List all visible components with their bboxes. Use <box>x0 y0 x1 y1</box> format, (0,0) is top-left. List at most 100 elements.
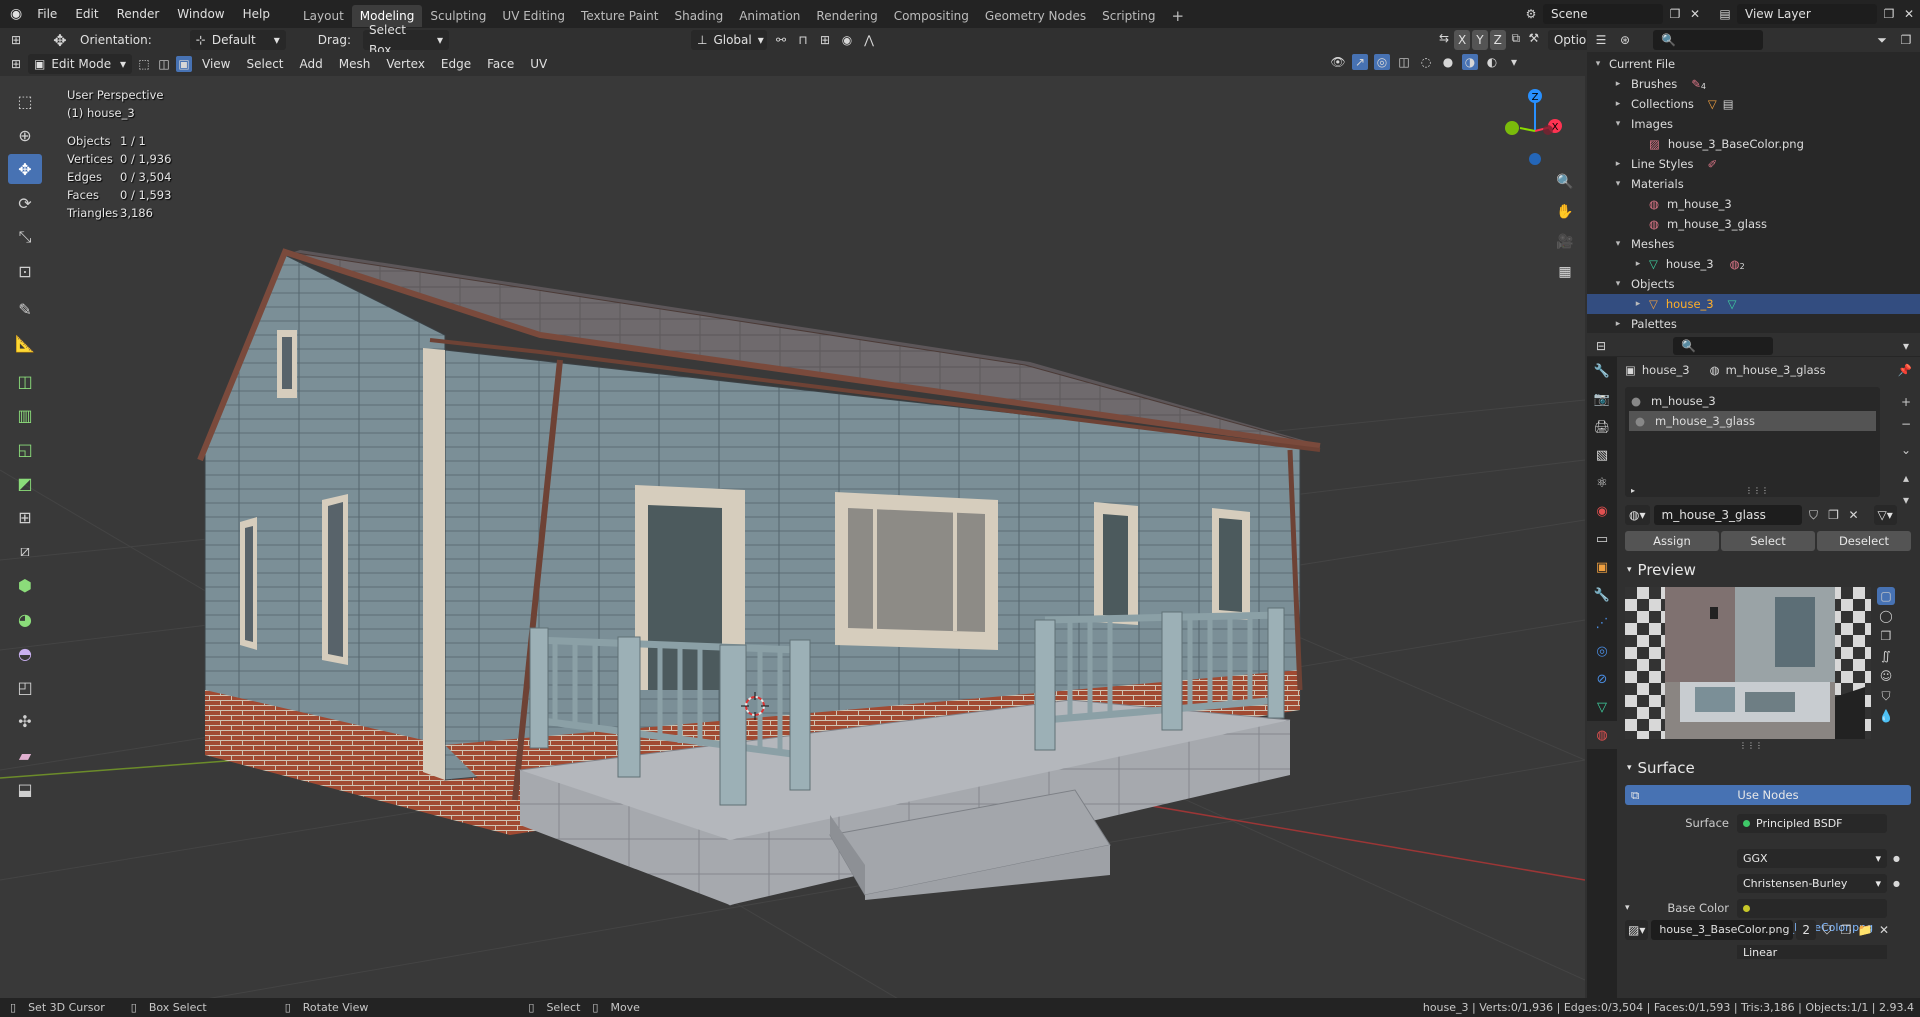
preview-monkey-icon[interactable]: ☺ <box>1877 667 1895 685</box>
snap-target-icon[interactable]: ⊞ <box>817 32 833 48</box>
menu-select[interactable]: Select <box>240 54 289 74</box>
mode-dropdown[interactable]: ▣ Edit Mode ▾ <box>28 54 132 74</box>
delete-scene-icon[interactable]: ✕ <box>1687 6 1703 22</box>
outliner-item-images[interactable]: ▾ Images <box>1587 114 1920 134</box>
outliner-item-line-styles[interactable]: ▸ Line Styles ✐ <box>1587 154 1920 174</box>
transform-space-dropdown[interactable]: ⊥ Global ▾ <box>690 30 767 50</box>
duplicate-material-icon[interactable]: ❐ <box>1826 507 1842 523</box>
auto-merge-icon[interactable]: ⧉ <box>1508 30 1524 46</box>
distribution-dropdown[interactable]: GGX ▾ <box>1737 848 1887 868</box>
solid-shading-icon[interactable]: ● <box>1440 54 1456 70</box>
list-expand-icon[interactable]: ▸ <box>1631 486 1635 495</box>
preview-resize-handle[interactable]: ⋮⋮⋮ <box>1739 741 1763 750</box>
display-mode-icon[interactable]: ⊛ <box>1617 32 1633 48</box>
add-slot-icon[interactable]: + <box>1897 393 1915 411</box>
tab-shading[interactable]: Shading <box>666 5 731 27</box>
gizmo-neg-z-ball[interactable] <box>1529 153 1541 165</box>
outliner-item-palettes[interactable]: ▸ Palettes <box>1587 314 1920 334</box>
add-workspace-button[interactable]: + <box>1164 5 1193 27</box>
camera-icon[interactable]: 🎥 <box>1553 230 1577 254</box>
shrink-fatten-tool-icon[interactable]: ✣ <box>8 706 42 736</box>
menu-add[interactable]: Add <box>294 54 329 74</box>
tab-geometry-nodes[interactable]: Geometry Nodes <box>977 5 1094 27</box>
menu-file[interactable]: File <box>28 0 66 28</box>
menu-vertex[interactable]: Vertex <box>380 54 431 74</box>
unlink-image-icon[interactable]: ✕ <box>1876 922 1892 938</box>
menu-window[interactable]: Window <box>168 0 233 28</box>
overlay-toggle-icon[interactable]: ◎ <box>1374 54 1390 70</box>
list-resize-handle[interactable]: ⋮⋮⋮ <box>1745 486 1769 495</box>
edge-slide-tool-icon[interactable]: ◰ <box>8 672 42 702</box>
new-view-layer-icon[interactable]: ❐ <box>1881 6 1897 22</box>
image-users-count[interactable]: 2 <box>1796 920 1817 940</box>
tab-texture-paint[interactable]: Texture Paint <box>573 5 666 27</box>
gizmo-y-ball[interactable] <box>1505 121 1519 135</box>
preview-hair-icon[interactable]: ∬ <box>1877 647 1895 665</box>
tab-uv-editing[interactable]: UV Editing <box>494 5 573 27</box>
deselect-button[interactable]: Deselect <box>1817 531 1911 551</box>
rotate-tool-icon[interactable]: ⟳ <box>8 188 42 218</box>
tab-layout[interactable]: Layout <box>295 5 352 27</box>
preview-cloth-icon[interactable]: ⛉ <box>1877 687 1895 705</box>
subsurface-method-dropdown[interactable]: Christensen-Burley ▾ <box>1737 873 1887 893</box>
outliner-item-objects[interactable]: ▾ Objects <box>1587 274 1920 294</box>
surface-panel-header[interactable]: ▾ Surface <box>1619 755 1920 781</box>
constraints-tab-icon[interactable]: ⊘ <box>1587 665 1617 693</box>
duplicate-image-icon[interactable]: ❐ <box>1838 922 1854 938</box>
interpolation-dropdown[interactable]: Linear <box>1737 945 1887 959</box>
outliner-item-image-file[interactable]: ▨ house_3_BaseColor.png <box>1587 134 1920 154</box>
rip-tool-icon[interactable]: ⬓ <box>8 774 42 804</box>
editor-type-icon[interactable]: ⊞ <box>8 56 24 72</box>
preview-fluid-icon[interactable]: 💧 <box>1877 707 1895 725</box>
image-name-field[interactable]: house_3_BaseColor.png <box>1651 920 1794 940</box>
cursor-tool-icon[interactable]: ⊕ <box>8 120 42 150</box>
visibility-icon[interactable]: 👁 <box>1330 54 1346 70</box>
tab-sculpting[interactable]: Sculpting <box>422 5 494 27</box>
move-tool-icon[interactable]: ✥ <box>8 154 42 184</box>
perspective-grid-icon[interactable]: ▦ <box>1553 260 1577 284</box>
image-browse-button[interactable]: ▨▾ <box>1625 920 1649 940</box>
outliner-item-mesh[interactable]: ▸ ▽ house_3 ◍ 2 <box>1587 254 1920 274</box>
outliner-item-materials[interactable]: ▾ Materials <box>1587 174 1920 194</box>
delete-view-layer-icon[interactable]: ✕ <box>1901 6 1917 22</box>
rendered-shading-icon[interactable]: ◐ <box>1484 54 1500 70</box>
preview-sphere-icon[interactable]: ◯ <box>1877 607 1895 625</box>
pin-icon[interactable]: 📌 <box>1898 363 1912 377</box>
scene-icon[interactable]: ⚙ <box>1523 6 1539 22</box>
mirror-y-toggle[interactable]: Y <box>1472 30 1488 50</box>
particles-tab-icon[interactable]: ⋰ <box>1587 609 1617 637</box>
blender-logo-icon[interactable]: ◉ <box>0 0 28 28</box>
tool-tab-icon[interactable]: 🔧 <box>1587 357 1617 385</box>
poly-build-tool-icon[interactable]: ⬢ <box>8 570 42 600</box>
shading-options-icon[interactable]: ▾ <box>1506 54 1522 70</box>
material-slot-1[interactable]: ● m_house_3 <box>1625 391 1880 411</box>
tab-rendering[interactable]: Rendering <box>808 5 885 27</box>
mirror-z-toggle[interactable]: Z <box>1489 30 1506 50</box>
annotate-tool-icon[interactable]: ✎ <box>8 294 42 324</box>
outliner-item-collections[interactable]: ▸ Collections ▽ ▤ <box>1587 94 1920 114</box>
menu-mesh[interactable]: Mesh <box>333 54 377 74</box>
proportional-edit-icon[interactable]: ◉ <box>839 32 855 48</box>
scale-tool-icon[interactable]: ⤡ <box>8 222 42 252</box>
xray-icon[interactable]: ◫ <box>1396 54 1412 70</box>
drag-dropdown[interactable]: Select Box ▾ <box>362 23 449 57</box>
menu-edit[interactable]: Edit <box>66 0 107 28</box>
view-layer-field[interactable]: View Layer <box>1737 4 1877 24</box>
scene-field[interactable]: Scene <box>1543 4 1663 24</box>
orientation-dropdown[interactable]: ⊹ Default ▾ <box>189 30 286 50</box>
material-slot-2[interactable]: ● m_house_3_glass <box>1629 411 1876 431</box>
new-collection-icon[interactable]: ❐ <box>1898 32 1914 48</box>
view-layer-tab-icon[interactable]: ▧ <box>1587 441 1617 469</box>
smooth-tool-icon[interactable]: ◓ <box>8 638 42 668</box>
scene-tab-icon[interactable]: ⚛ <box>1587 469 1617 497</box>
new-scene-icon[interactable]: ❐ <box>1667 6 1683 22</box>
outliner-item-meshes[interactable]: ▾ Meshes <box>1587 234 1920 254</box>
edge-select-icon[interactable]: ◫ <box>156 56 172 72</box>
data-tab-icon[interactable]: ▽ <box>1587 693 1617 721</box>
shear-tool-icon[interactable]: ▰ <box>8 740 42 770</box>
falloff-icon[interactable]: ⋀ <box>861 32 877 48</box>
properties-search-input[interactable]: 🔍 <box>1673 336 1773 355</box>
slot-specials-icon[interactable]: ⌄ <box>1897 441 1915 459</box>
editor-type-icon[interactable]: ⊞ <box>8 32 24 48</box>
vertex-select-icon[interactable]: ⬚ <box>136 56 152 72</box>
